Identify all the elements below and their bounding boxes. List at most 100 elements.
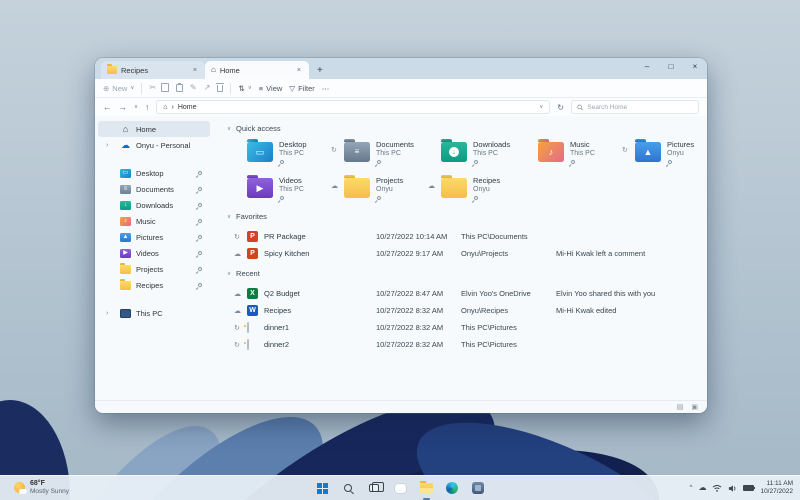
- search-icon: [344, 484, 352, 492]
- up-icon[interactable]: ↑: [145, 102, 149, 112]
- chevron-down-icon[interactable]: ∨: [539, 104, 543, 110]
- details-view-icon[interactable]: ▤: [677, 403, 684, 411]
- file-row-pr-package[interactable]: ↻ P PR Package 10/27/2022 10:14 AM This …: [227, 228, 701, 245]
- task-view-button[interactable]: [367, 481, 384, 496]
- tile-name: Recipes: [473, 176, 501, 185]
- file-row-recipes[interactable]: ☁ W Recipes 10/27/2022 8:32 AM Onyu\Reci…: [227, 302, 701, 319]
- onedrive-tray-icon[interactable]: ☁: [698, 484, 706, 492]
- tile-location: Onyu: [473, 186, 490, 193]
- battery-icon[interactable]: [743, 485, 756, 491]
- close-tab-icon[interactable]: ×: [295, 67, 303, 74]
- tile-name: Projects: [376, 176, 404, 185]
- file-date: 10/27/2022 9:17 AM: [376, 249, 444, 258]
- history-chevron-icon[interactable]: ∨: [134, 104, 138, 110]
- paste-icon[interactable]: [176, 83, 184, 92]
- section-quick-access-header[interactable]: ∨ Quick access: [227, 124, 701, 133]
- chat-button[interactable]: [393, 481, 408, 496]
- music-folder-icon: ♪: [538, 142, 564, 162]
- breadcrumb[interactable]: ⌂ › Home ∨: [156, 100, 551, 114]
- pictures-folder-icon: ▲: [120, 232, 131, 242]
- file-row-dinner2[interactable]: ↻ dinner2 10/27/2022 8:32 AM This PC\Pic…: [227, 336, 701, 353]
- section-favorites-header[interactable]: ∨ Favorites: [227, 212, 701, 221]
- tile-videos[interactable]: ▶ Videos This PC: [247, 176, 344, 201]
- delete-icon[interactable]: [216, 82, 225, 92]
- pinned-app-button[interactable]: [471, 481, 486, 496]
- share-icon[interactable]: ↗: [204, 84, 211, 92]
- sidebar-item-videos[interactable]: ▶ Videos: [98, 245, 210, 261]
- tray-expand-icon[interactable]: ^: [690, 485, 693, 491]
- pin-icon: [197, 282, 203, 288]
- tile-recipes[interactable]: ☁ Recipes Onyu: [428, 176, 538, 201]
- cloud-status-icon: ☁: [331, 183, 338, 190]
- sidebar-item-label: Downloads: [136, 200, 174, 210]
- sidebar-item-home[interactable]: ⌂ Home: [98, 121, 210, 137]
- sidebar-item-pictures[interactable]: ▲ Pictures: [98, 229, 210, 245]
- tile-music[interactable]: ♪ Music This PC: [538, 140, 635, 165]
- sidebar-item-desktop[interactable]: ▭ Desktop: [98, 165, 210, 181]
- start-button[interactable]: [315, 481, 330, 496]
- tile-projects[interactable]: ☁ Projects Onyu: [331, 176, 441, 201]
- maximize-button[interactable]: □: [659, 58, 683, 74]
- file-explorer-button[interactable]: [419, 481, 434, 500]
- sidebar-item-onedrive[interactable]: › ☁ Onyu - Personal: [98, 137, 210, 153]
- wifi-icon[interactable]: [712, 484, 722, 492]
- tile-pictures[interactable]: ↻ ▲ Pictures Onyu: [622, 140, 707, 165]
- file-row-spicy-kitchen[interactable]: ☁ P Spicy Kitchen 10/27/2022 9:17 AM Ony…: [227, 245, 701, 262]
- copy-icon[interactable]: [161, 82, 170, 92]
- search-input[interactable]: [587, 103, 693, 111]
- sidebar-item-recipes[interactable]: Recipes: [98, 277, 210, 293]
- back-icon[interactable]: ←: [103, 102, 112, 112]
- desktop-folder-icon: ▭: [247, 142, 273, 162]
- large-icons-view-icon[interactable]: ▣: [691, 403, 698, 411]
- chevron-right-icon[interactable]: ›: [106, 142, 108, 149]
- sort-button[interactable]: ⇅ ∨: [238, 84, 251, 93]
- section-title: Favorites: [236, 212, 267, 221]
- system-tray: ^ ☁ 11:11 AM 10/27/2022: [690, 480, 793, 496]
- minimize-button[interactable]: –: [635, 58, 659, 74]
- tab-label: Recipes: [121, 65, 149, 75]
- new-label: New: [112, 83, 128, 93]
- close-tab-icon[interactable]: ×: [191, 67, 199, 74]
- sidebar-item-downloads[interactable]: ↓ Downloads: [98, 197, 210, 213]
- weather-widget[interactable]: 68°F Mostly Sunny: [14, 480, 69, 496]
- filter-icon: ▽: [289, 83, 296, 93]
- quick-access-grid: ▭ Desktop This PC ↻ ≡ Documents This PC ↓ …: [247, 140, 701, 201]
- volume-icon[interactable]: [728, 484, 737, 493]
- file-row-q2-budget[interactable]: ☁ X Q2 Budget 10/27/2022 8:47 AM Elvin Y…: [227, 285, 701, 302]
- favorites-list: ↻ P PR Package 10/27/2022 10:14 AM This …: [227, 228, 701, 262]
- sidebar-item-music[interactable]: ♪ Music: [98, 213, 210, 229]
- filter-button[interactable]: ▽ Filter: [289, 84, 314, 93]
- powerpoint-file-icon: P: [247, 231, 264, 242]
- cloud-status-icon: ☁: [428, 183, 435, 190]
- tile-downloads[interactable]: ↓ Downloads This PC: [441, 140, 538, 165]
- file-name: Recipes: [264, 306, 292, 315]
- file-row-dinner1[interactable]: ↻ dinner1 10/27/2022 8:32 AM This PC\Pic…: [227, 319, 701, 336]
- sidebar-item-projects[interactable]: Projects: [98, 261, 210, 277]
- refresh-icon[interactable]: ↻: [557, 103, 564, 112]
- taskbar-clock[interactable]: 11:11 AM 10/27/2022: [760, 480, 793, 496]
- edge-button[interactable]: [445, 481, 460, 496]
- section-title: Recent: [236, 269, 260, 278]
- taskbar-center-icons: [315, 481, 486, 500]
- chevron-right-icon[interactable]: ›: [106, 310, 108, 317]
- tile-location: This PC: [570, 150, 595, 157]
- tile-desktop[interactable]: ▭ Desktop This PC: [247, 140, 344, 165]
- tab-recipes[interactable]: Recipes ×: [101, 61, 205, 79]
- forward-icon[interactable]: →: [119, 102, 128, 112]
- section-recent-header[interactable]: ∨ Recent: [227, 269, 701, 278]
- more-options-icon[interactable]: ⋯: [322, 84, 330, 93]
- view-button[interactable]: ≡ View: [259, 84, 283, 93]
- cut-icon[interactable]: ✂: [149, 84, 156, 92]
- status-bar: ▤ ▣: [95, 400, 707, 413]
- tile-documents[interactable]: ↻ ≡ Documents This PC: [331, 140, 441, 165]
- search-button[interactable]: [341, 481, 356, 496]
- tab-home[interactable]: ⌂ Home ×: [205, 61, 309, 79]
- rename-icon[interactable]: ✎: [190, 84, 197, 92]
- search-box[interactable]: [571, 100, 699, 114]
- weather-condition: Mostly Sunny: [30, 488, 70, 496]
- new-button[interactable]: ⊕ New ∨: [103, 84, 134, 93]
- sidebar-item-this-pc[interactable]: › This PC: [98, 305, 210, 321]
- sidebar-item-documents[interactable]: ≡ Documents: [98, 181, 210, 197]
- new-tab-button[interactable]: +: [317, 65, 323, 76]
- close-button[interactable]: ×: [683, 58, 707, 74]
